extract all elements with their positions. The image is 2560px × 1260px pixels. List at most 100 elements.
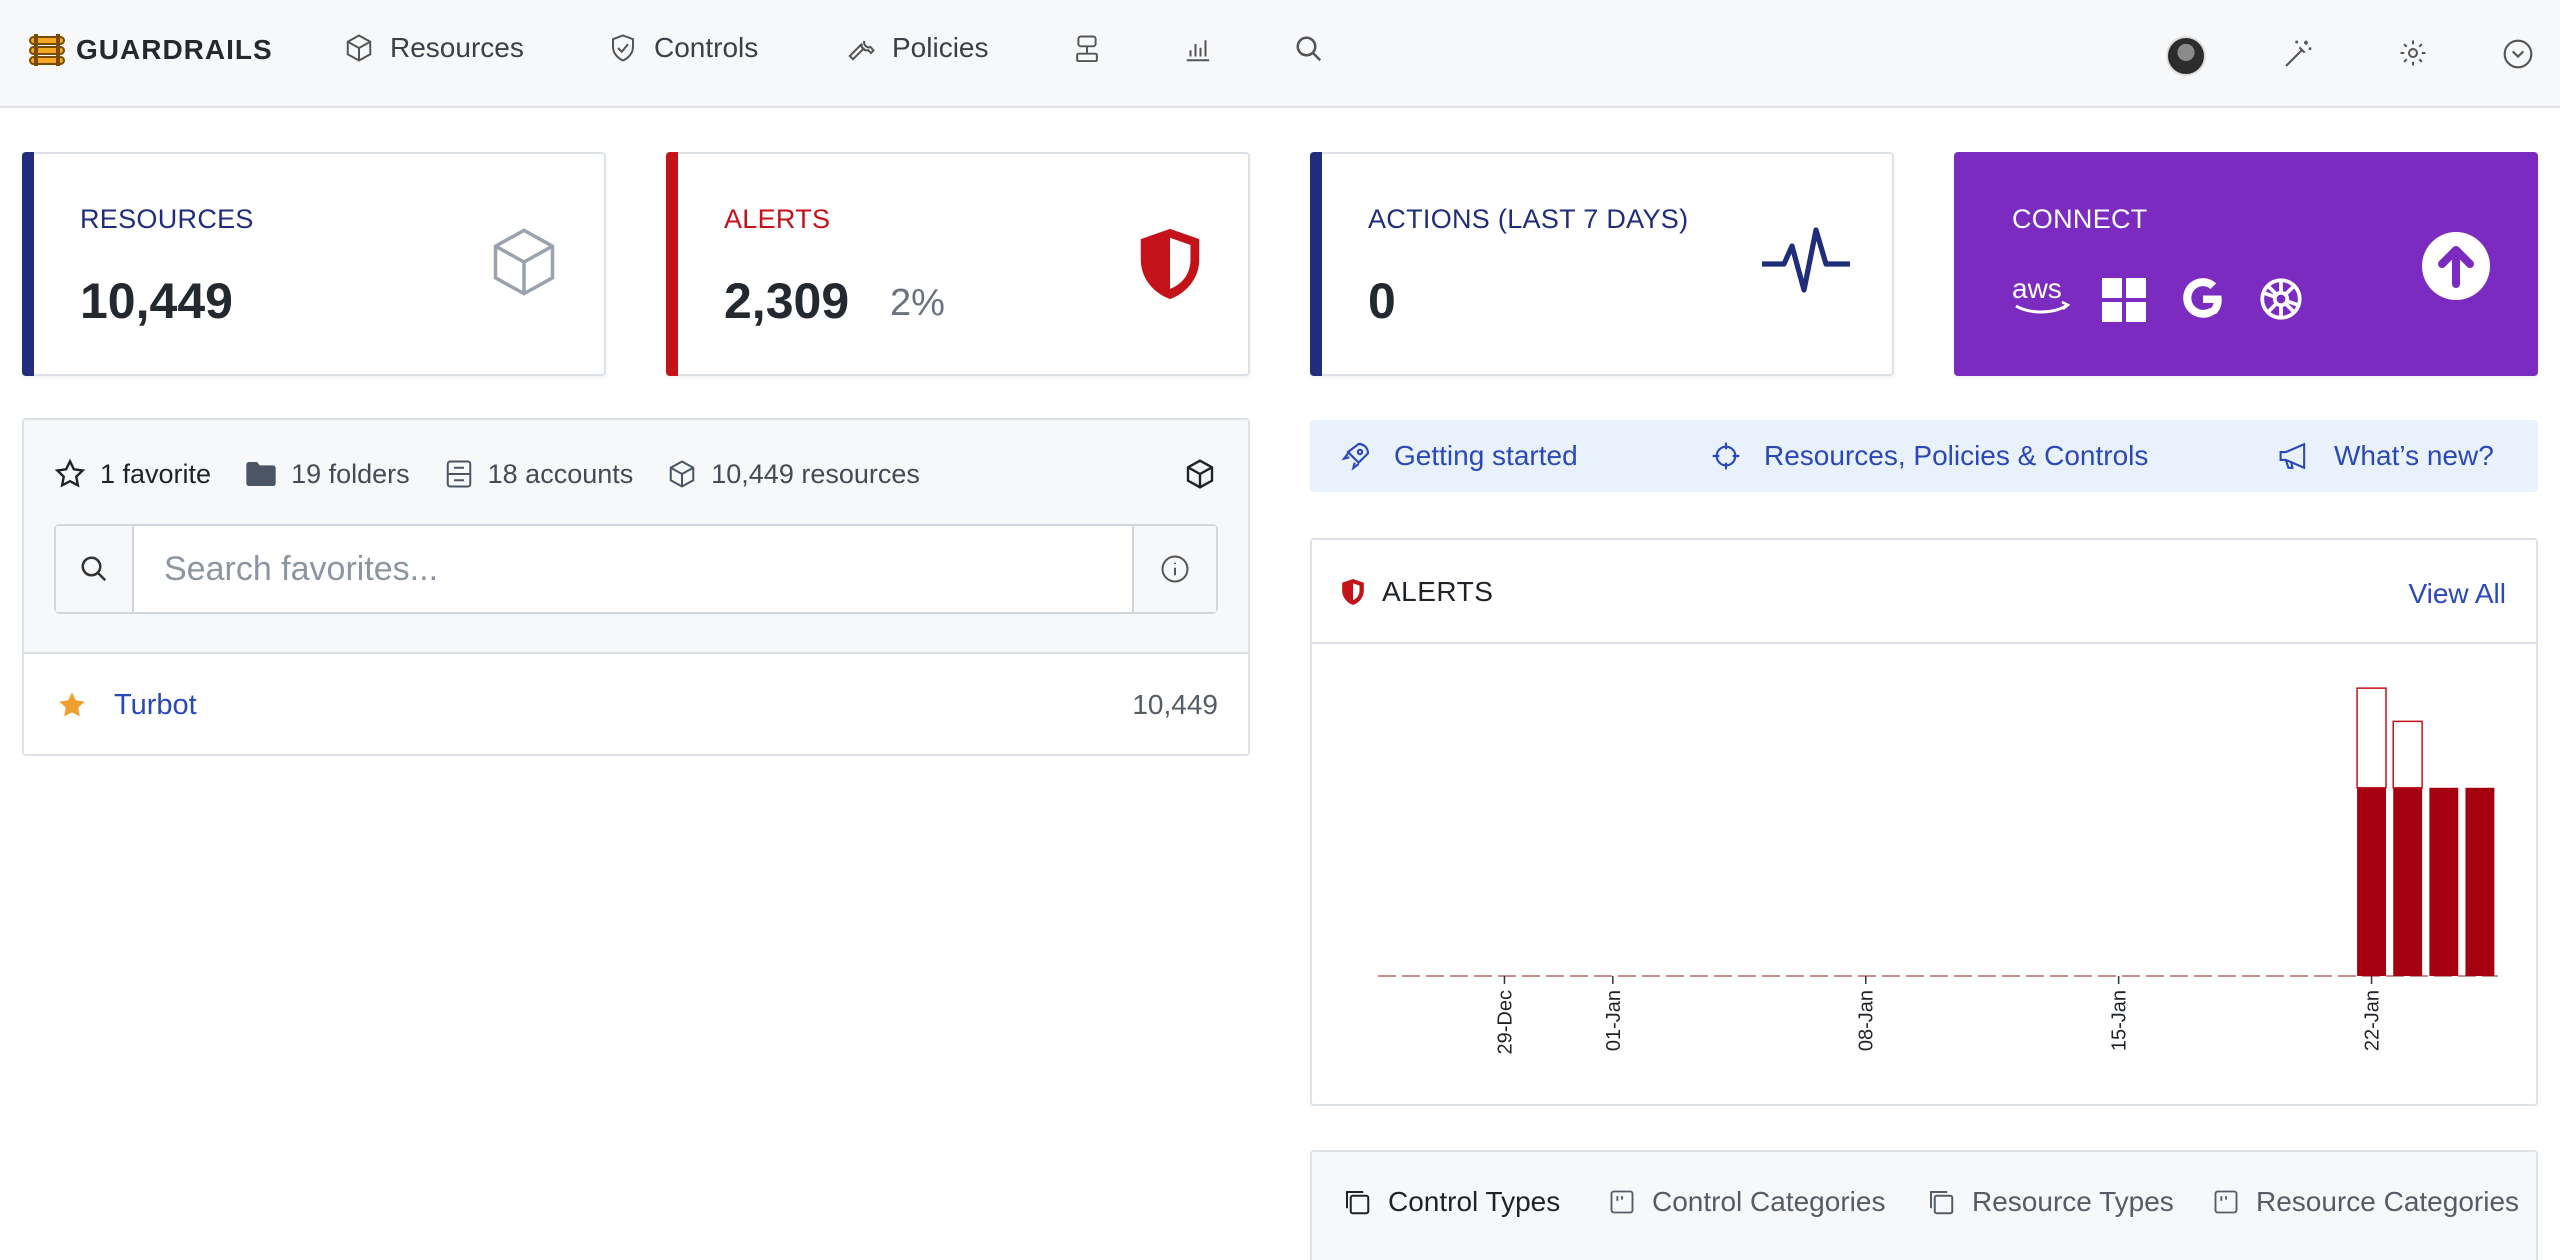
copy-icon (1346, 1191, 1370, 1215)
tab-resource-categories[interactable]: Resource Categories (2212, 1186, 2519, 1218)
search-favorites-input[interactable] (134, 526, 1132, 612)
settings-button[interactable] (2398, 38, 2428, 73)
cube-icon (1186, 459, 1214, 489)
magic-wand-icon (2285, 40, 2312, 67)
nav-resources-label: Resources (390, 32, 524, 63)
connect-card[interactable]: CONNECT aws (1954, 152, 2538, 376)
x-tick-label: 29-Dec (1494, 990, 1516, 1054)
alerts-bar-chart: 29-Dec 01-Jan 08-Jan 15-Jan 22-Jan (1378, 687, 2498, 1054)
tab-control-categories[interactable]: Control Categories (1608, 1186, 1885, 1218)
nav-policies[interactable]: Policies (846, 32, 988, 64)
tab-label: Resource Categories (2256, 1186, 2520, 1217)
tab-resource-types[interactable]: Resource Types (1926, 1186, 2174, 1218)
magic-wand-button[interactable] (2282, 38, 2314, 75)
brand-logo[interactable]: GUARDRAILS (28, 34, 273, 66)
alerts-card[interactable]: ALERTS 2,309 2% (666, 152, 1250, 376)
search-icon (1296, 36, 1322, 62)
resources-policies-controls-link[interactable]: Resources, Policies & Controls (1710, 440, 2148, 472)
x-tick-label: 01-Jan (1603, 990, 1625, 1051)
getting-started-link[interactable]: Getting started (1340, 440, 1578, 472)
x-tick-label: 08-Jan (1856, 990, 1878, 1051)
getting-started-label: Getting started (1394, 440, 1578, 471)
avatar[interactable] (2166, 36, 2206, 76)
wrench-icon (848, 40, 875, 61)
chart-bar-outline-23-Jan[interactable] (2392, 720, 2423, 789)
whats-new-link[interactable]: What’s new? (2278, 440, 2494, 472)
x-tick-label: 22-Jan (2362, 990, 2384, 1051)
favorite-item[interactable]: Turbot 10,449 (24, 652, 1248, 754)
chart-bar-filled-23-Jan[interactable] (2393, 787, 2423, 976)
resources-card[interactable]: RESOURCES 10,449 (22, 152, 606, 376)
connect-card-label: CONNECT (2012, 204, 2148, 234)
megaphone-icon (2279, 442, 2306, 470)
shield-icon (1140, 228, 1200, 300)
account-icon (446, 460, 471, 488)
shield-check-icon (612, 34, 634, 62)
tab-label: Control Types (1388, 1186, 1561, 1217)
view-all-link[interactable]: View All (2408, 578, 2506, 610)
resources-card-value: 10,449 (80, 273, 233, 329)
info-icon (1161, 555, 1189, 583)
x-tick-label: 15-Jan (2109, 990, 2131, 1051)
favorites-search (54, 524, 1218, 614)
activity-button[interactable] (1182, 34, 1214, 69)
alerts-chart-card: ALERTS View All 29-Dec 01-Jan 08-Jan 15-Jan… (1310, 538, 2538, 1106)
favorite-item-count: 10,449 (1132, 689, 1218, 720)
cube-icon (493, 228, 555, 296)
alerts-chart-title-label: ALERTS (1382, 576, 1494, 607)
gear-icon (2400, 40, 2426, 66)
resources-card-label: RESOURCES (80, 204, 254, 234)
svg-text:aws: aws (2012, 273, 2062, 304)
star-filled-icon[interactable] (56, 689, 88, 721)
card-accent-bar (1310, 152, 1322, 376)
nav-resources[interactable]: Resources (344, 32, 524, 64)
tab-control-types[interactable]: Control Types (1342, 1186, 1560, 1218)
tab-label: Control Categories (1652, 1186, 1886, 1217)
search-button[interactable] (1294, 34, 1324, 69)
reports-icon (1076, 35, 1098, 63)
cube-icon (346, 34, 372, 62)
favorites-count[interactable]: 1 favorite (54, 458, 211, 490)
windows-icon (2102, 278, 2146, 327)
crosshair-icon (1712, 442, 1740, 470)
chart-bar-filled-22-Jan[interactable] (2357, 787, 2386, 976)
folders-count[interactable]: 19 folders (245, 459, 410, 490)
resource-browser-button[interactable] (1184, 458, 1216, 495)
rocket-icon (1341, 442, 1370, 471)
reports-button[interactable] (1072, 34, 1102, 71)
aws-icon: aws (2010, 272, 2074, 321)
card-accent-bar (22, 152, 34, 376)
search-info-button[interactable] (1132, 526, 1216, 612)
actions-card-label: ACTIONS (LAST 7 DAYS) (1368, 204, 1689, 234)
nav-controls[interactable]: Controls (608, 32, 758, 64)
folders-count-label: 19 folders (291, 458, 410, 489)
accounts-count-label: 18 accounts (487, 458, 634, 489)
chart-bar-outline-22-Jan[interactable] (2356, 687, 2387, 789)
favorites-count-label: 1 favorite (100, 458, 212, 489)
upload-arrow-icon (2422, 232, 2490, 300)
category-icon (2214, 1190, 2238, 1214)
favorite-item-name[interactable]: Turbot (114, 689, 197, 722)
search-button[interactable] (56, 526, 134, 612)
search-icon (81, 556, 107, 582)
alerts-card-label: ALERTS (724, 204, 831, 234)
whats-new-label: What’s new? (2334, 440, 2494, 471)
folder-icon (246, 462, 276, 486)
favorites-panel: 1 favorite 19 folders 18 accounts 10,449… (22, 418, 1250, 756)
alerts-card-percent: 2% (890, 282, 945, 324)
resources-count[interactable]: 10,449 resources (667, 459, 920, 490)
upload-arrow-button[interactable] (2420, 230, 2492, 307)
brand-name: GUARDRAILS (76, 34, 273, 65)
actions-card[interactable]: ACTIONS (LAST 7 DAYS) 0 (1310, 152, 1894, 376)
bar-chart-icon (1186, 40, 1210, 62)
resources-policies-controls-label: Resources, Policies & Controls (1764, 440, 2149, 471)
guardrails-logo-icon (29, 34, 65, 66)
category-icon (1610, 1190, 1634, 1214)
tabs-bar: Control Types Control Categories Resourc… (1310, 1150, 2538, 1260)
chart-bar-filled-24-Jan[interactable] (2429, 787, 2459, 976)
user-menu-button[interactable] (2502, 38, 2534, 75)
favorites-summary: 1 favorite 19 folders 18 accounts 10,449… (54, 458, 954, 490)
shield-icon (1342, 579, 1364, 605)
accounts-count[interactable]: 18 accounts (444, 458, 634, 490)
chart-bar-filled-25-Jan[interactable] (2465, 787, 2495, 976)
